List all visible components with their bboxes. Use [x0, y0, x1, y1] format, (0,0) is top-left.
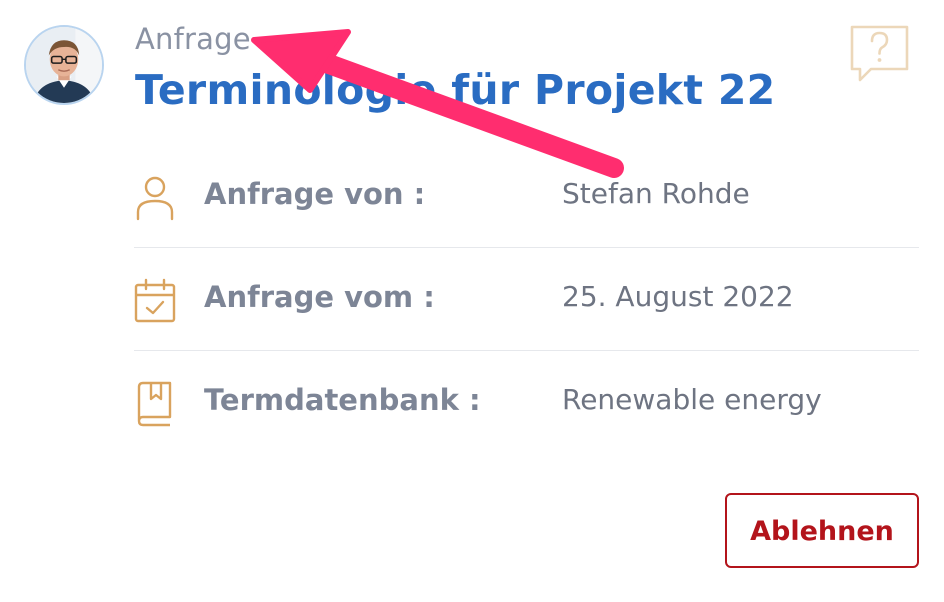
request-card: Anfrage Terminologie für Projekt 22 Anfr… [0, 0, 944, 602]
detail-value-date: 25. August 2022 [562, 280, 794, 313]
detail-row-termbase: Termdatenbank : Renewable energy [134, 351, 919, 454]
reject-button[interactable]: Ablehnen [725, 493, 919, 568]
request-details: Anfrage von : Stefan Rohde Anfrage vom :… [134, 145, 919, 454]
detail-value-termbase: Renewable energy [562, 383, 822, 416]
detail-label-termbase: Termdatenbank : [204, 383, 481, 417]
detail-row-date: Anfrage vom : 25. August 2022 [134, 248, 919, 351]
detail-row-requester: Anfrage von : Stefan Rohde [134, 145, 919, 248]
detail-label-requester: Anfrage von : [204, 177, 426, 211]
book-bookmark-icon [137, 381, 172, 427]
calendar-check-icon [134, 278, 176, 323]
request-type-label: Anfrage [135, 22, 251, 56]
avatar-photo [26, 27, 102, 103]
detail-label-date: Anfrage vom : [204, 280, 435, 314]
detail-value-requester: Stefan Rohde [562, 177, 750, 210]
question-bubble-icon[interactable] [849, 24, 911, 86]
request-title: Terminologie für Projekt 22 [135, 66, 776, 114]
person-icon [136, 176, 174, 221]
avatar [24, 25, 104, 105]
